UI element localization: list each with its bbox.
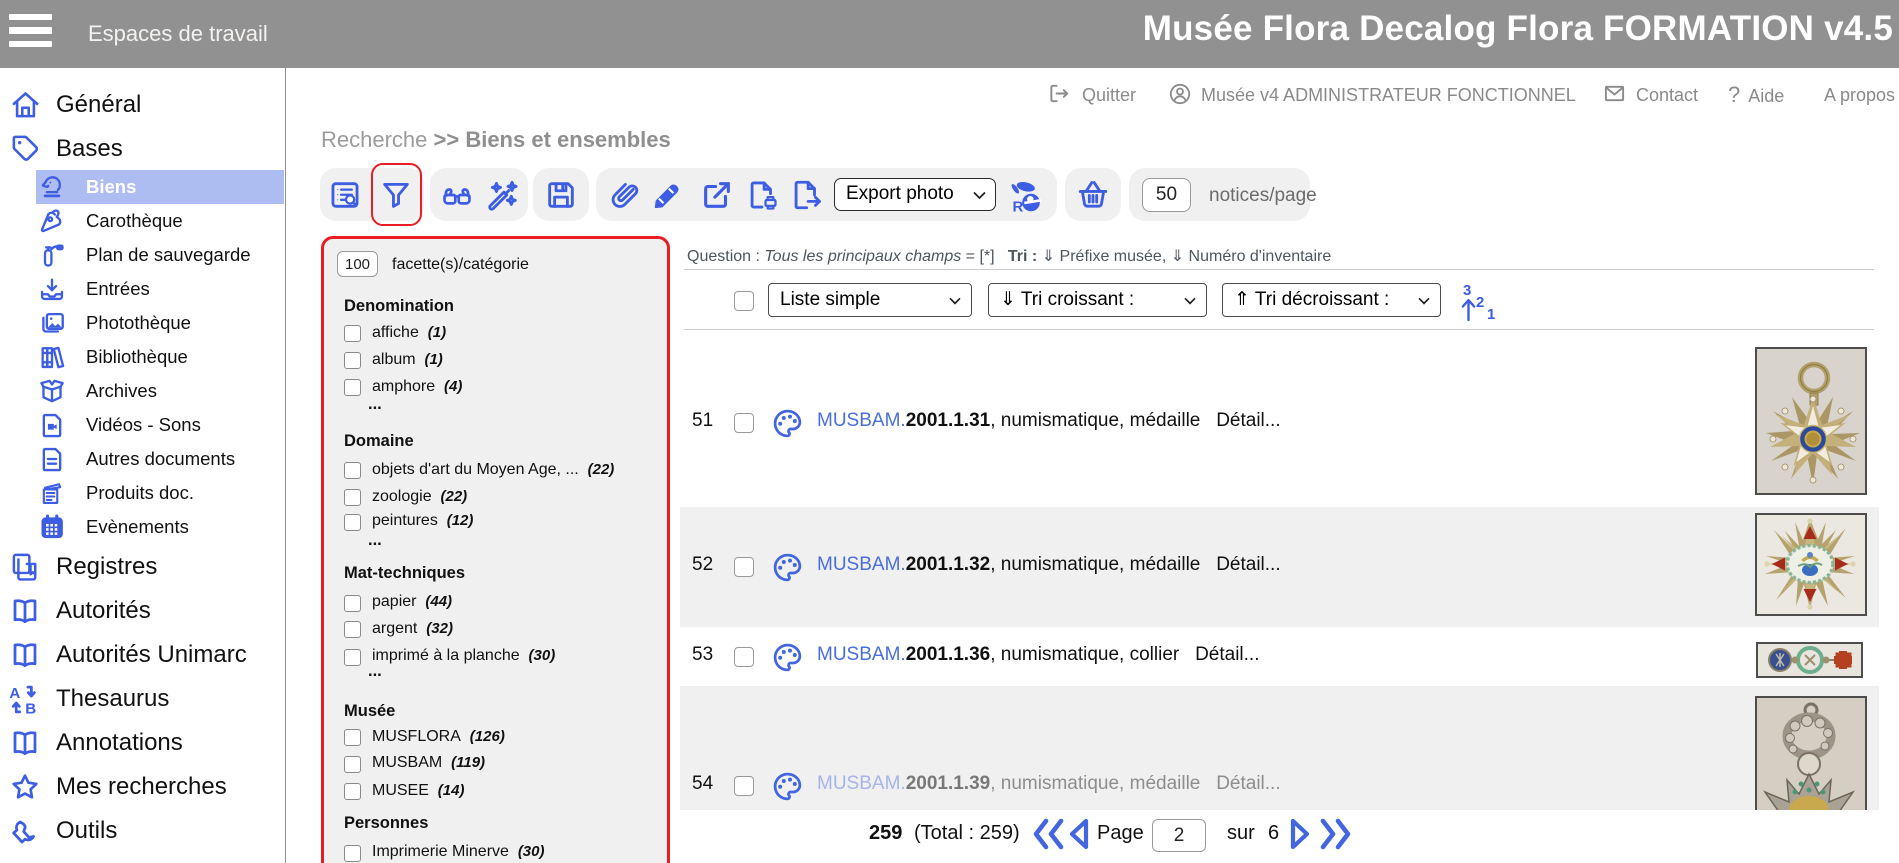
svg-text:A: A [9,685,20,702]
svg-text:R: R [1013,199,1024,216]
svg-text:B: B [25,700,36,716]
